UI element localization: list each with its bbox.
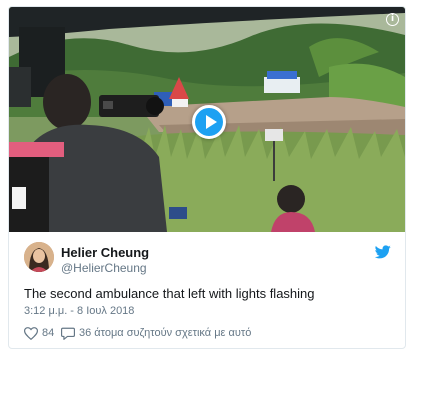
speech-bubble-icon [61, 327, 75, 340]
tweet-author[interactable]: Helier Cheung @HelierCheung [24, 242, 324, 276]
tweet-actions: 84 36 άτομα συζητούν σχετικά με αυτό [24, 325, 394, 341]
play-button[interactable] [192, 105, 226, 139]
twitter-bird-icon[interactable] [375, 245, 391, 259]
username[interactable]: @HelierCheung [61, 261, 147, 275]
like-button[interactable]: 84 [24, 325, 54, 341]
tweet-text: The second ambulance that left with ligh… [24, 286, 315, 301]
display-name[interactable]: Helier Cheung [61, 245, 149, 260]
conversation-label: 36 άτομα συζητούν σχετικά με αυτό [79, 327, 252, 339]
like-count: 84 [42, 327, 55, 339]
play-icon [206, 115, 217, 129]
video-thumbnail[interactable]: i [9, 7, 405, 232]
conversation-link[interactable]: 36 άτομα συζητούν σχετικά με αυτό [61, 325, 251, 341]
info-icon[interactable]: i [386, 13, 399, 26]
avatar[interactable] [24, 242, 54, 272]
heart-icon [24, 326, 38, 340]
embedded-tweet-card[interactable]: i Helier Cheung @HelierCheung The second… [8, 6, 406, 349]
avatar-image [24, 242, 54, 272]
tweet-timestamp[interactable]: 3:12 μ.μ. - 8 Ιουλ 2018 [24, 305, 134, 317]
